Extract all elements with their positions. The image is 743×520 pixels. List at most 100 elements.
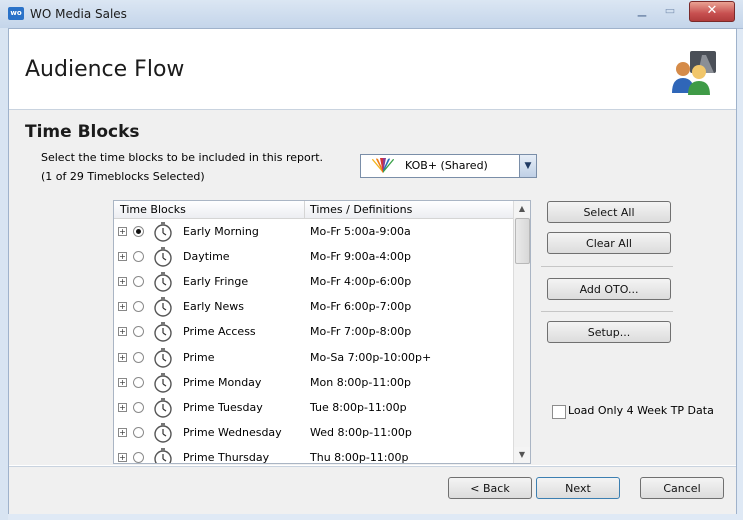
stopwatch-icon — [152, 372, 174, 397]
expand-icon[interactable]: + — [118, 327, 127, 337]
add-oto-button[interactable]: Add OTO... — [547, 278, 671, 300]
time-block-definition: Mo-Fr 4:00p-6:00p — [310, 275, 412, 289]
clear-all-label: Clear All — [586, 237, 632, 250]
back-label: < Back — [470, 482, 510, 495]
stopwatch-icon — [152, 347, 174, 372]
table-row[interactable]: + Daytime Mo-Fr 9:00a-4:00p — [114, 245, 514, 270]
expand-icon[interactable]: + — [118, 252, 127, 262]
expand-icon[interactable]: + — [118, 352, 127, 362]
time-block-definition: Mo-Fr 9:00a-4:00p — [310, 250, 412, 264]
expand-icon[interactable]: + — [118, 227, 127, 236]
radio-button[interactable] — [133, 401, 144, 413]
radio-button[interactable] — [133, 376, 144, 388]
expand-icon[interactable]: + — [118, 427, 127, 437]
table-row[interactable]: + Early Morning Mo-Fr 5:00a-9:00a — [114, 220, 514, 245]
time-block-name: Prime — [183, 350, 215, 364]
table-row[interactable]: + Prime Access Mo-Fr 7:00p-8:00p — [114, 320, 514, 345]
radio-button[interactable] — [133, 351, 144, 363]
nbc-peacock-icon — [372, 158, 394, 173]
time-block-definition: Mo-Sa 7:00p-10:00p+ — [310, 350, 432, 364]
table-row[interactable]: + Prime Tuesday Tue 8:00p-11:00p — [114, 396, 514, 421]
time-block-name: Prime Thursday — [183, 450, 270, 464]
column-divider[interactable] — [304, 201, 305, 218]
section-title: Time Blocks — [25, 122, 140, 142]
time-block-name: Prime Tuesday — [183, 400, 263, 414]
selection-count: (1 of 29 Timeblocks Selected) — [41, 170, 205, 183]
time-block-definition: Wed 8:00p-11:00p — [310, 425, 412, 439]
table-row[interactable]: + Prime Monday Mon 8:00p-11:00p — [114, 371, 514, 396]
separator — [541, 311, 673, 312]
table-row[interactable]: + Early Fringe Mo-Fr 4:00p-6:00p — [114, 270, 514, 295]
expand-icon[interactable]: + — [118, 452, 127, 462]
stopwatch-icon — [152, 246, 174, 271]
radio-button[interactable] — [133, 276, 144, 288]
stopwatch-icon — [152, 221, 174, 246]
select-all-label: Select All — [583, 206, 635, 219]
time-block-name: Early Fringe — [183, 275, 249, 289]
cancel-button[interactable]: Cancel — [640, 477, 724, 499]
chevron-down-icon[interactable]: ▼ — [519, 155, 536, 177]
page-title: Audience Flow — [25, 57, 185, 82]
scroll-up-icon[interactable]: ▲ — [514, 201, 530, 217]
load-only-checkbox[interactable] — [552, 405, 566, 419]
time-block-name: Early News — [183, 300, 244, 314]
add-oto-label: Add OTO... — [579, 283, 639, 296]
time-block-name: Prime Wednesday — [183, 425, 282, 439]
audience-people-icon — [672, 51, 716, 95]
station-dropdown[interactable]: KOB+ (Shared) ▼ — [360, 154, 537, 178]
radio-button[interactable] — [133, 326, 144, 338]
time-block-name: Prime Monday — [183, 375, 262, 389]
table-row[interactable]: + Prime Wednesday Wed 8:00p-11:00p — [114, 421, 514, 446]
load-only-label: Load Only 4 Week TP Data — [568, 404, 714, 417]
close-button[interactable]: ✕ — [689, 1, 735, 22]
stopwatch-icon — [152, 321, 174, 346]
expand-icon[interactable]: + — [118, 377, 127, 387]
scroll-thumb[interactable] — [515, 218, 530, 264]
scroll-down-icon[interactable]: ▼ — [514, 447, 530, 463]
expand-icon[interactable]: + — [118, 302, 127, 312]
radio-button[interactable] — [133, 251, 144, 263]
wizard-header: Audience Flow — [9, 29, 736, 110]
radio-button[interactable] — [133, 426, 144, 438]
column-header-times[interactable]: Times / Definitions — [310, 203, 412, 216]
table-row[interactable]: + Prime Thursday Thu 8:00p-11:00p — [114, 446, 514, 464]
select-all-button[interactable]: Select All — [547, 201, 671, 223]
title-bar: wo WO Media Sales ▁ ▭ ✕ — [0, 0, 743, 29]
setup-button[interactable]: Setup... — [547, 321, 671, 343]
time-block-definition: Mon 8:00p-11:00p — [310, 375, 412, 389]
expand-icon[interactable]: + — [118, 277, 127, 287]
stopwatch-icon — [152, 296, 174, 321]
list-scrollbar[interactable]: ▲ ▼ — [513, 201, 530, 463]
time-block-name: Early Morning — [183, 225, 259, 238]
app-icon: wo — [8, 7, 24, 20]
cancel-label: Cancel — [663, 482, 701, 495]
station-label: KOB+ (Shared) — [405, 159, 488, 172]
time-block-definition: Mo-Fr 7:00p-8:00p — [310, 325, 412, 339]
next-button[interactable]: Next — [536, 477, 620, 499]
maximize-button[interactable]: ▭ — [659, 4, 681, 18]
back-button[interactable]: < Back — [448, 477, 532, 499]
radio-button[interactable] — [133, 226, 144, 237]
stopwatch-icon — [152, 397, 174, 422]
clear-all-button[interactable]: Clear All — [547, 232, 671, 254]
radio-button[interactable] — [133, 301, 144, 313]
time-block-name: Prime Access — [183, 325, 256, 339]
next-label: Next — [565, 482, 591, 495]
window-title: WO Media Sales — [30, 7, 127, 21]
time-block-definition: Thu 8:00p-11:00p — [310, 450, 409, 464]
radio-button[interactable] — [133, 451, 144, 463]
time-block-definition: Mo-Fr 6:00p-7:00p — [310, 300, 412, 314]
list-header: Time Blocks Times / Definitions — [114, 201, 514, 219]
time-blocks-list[interactable]: Time Blocks Times / Definitions + Early M… — [113, 200, 531, 464]
setup-label: Setup... — [587, 326, 631, 339]
table-row[interactable]: + Early News Mo-Fr 6:00p-7:00p — [114, 295, 514, 320]
instruction-text: Select the time blocks to be included in… — [41, 151, 324, 164]
stopwatch-icon — [152, 422, 174, 447]
expand-icon[interactable]: + — [118, 402, 127, 412]
time-block-name: Daytime — [183, 250, 230, 264]
wizard-footer: < Back Next Cancel — [9, 466, 736, 514]
table-row[interactable]: + Prime Mo-Sa 7:00p-10:00p+ — [114, 346, 514, 371]
column-header-time-blocks[interactable]: Time Blocks — [120, 203, 186, 216]
separator — [541, 266, 673, 267]
minimize-button[interactable]: ▁ — [631, 4, 653, 18]
